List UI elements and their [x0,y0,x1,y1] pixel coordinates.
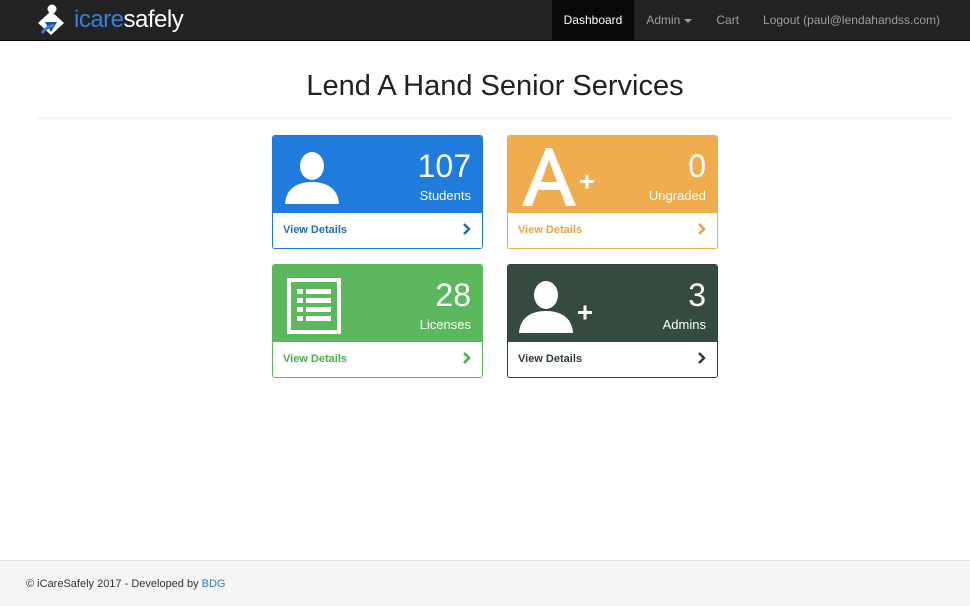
nav-cart[interactable]: Cart [704,0,751,41]
brand-logo[interactable]: icaresafely [32,4,184,36]
brand-name-suffix: safely [123,6,184,33]
list-icon [287,278,341,334]
footer-copyright: © iCareSafely 2017 - Developed by [26,578,202,590]
nav-logout[interactable]: Logout (paul@lendahandss.com) [751,0,952,41]
brand-name: icaresafely [74,6,184,34]
nav-dashboard[interactable]: Dashboard [551,0,635,41]
chevron-right-icon [698,223,706,235]
developer-link[interactable]: BDG [202,578,226,590]
nav-admin-label: Admin [646,13,681,27]
panel-heading: 107 Students [273,136,482,213]
page-title: Lend A Hand Senior Services [306,70,684,102]
admins-panel: 3 Admins View Details [507,264,718,378]
panel-label: Licenses [419,317,471,332]
nav-admin-dropdown[interactable]: Admin [634,0,704,41]
panel-count: 28 [435,277,471,313]
view-details-link[interactable]: View Details [273,342,482,377]
chevron-right-icon [463,352,471,364]
view-details-link[interactable]: View Details [508,213,717,248]
add-user-icon [519,281,592,333]
panel-label: Ungraded [648,188,706,203]
caret-down-icon [684,18,693,23]
top-navbar: icaresafely Dashboard Admin Cart Logout … [0,0,970,41]
view-details-label: View Details [283,224,347,236]
view-details-link[interactable]: View Details [273,213,482,248]
panel-count: 0 [688,148,706,184]
view-details-label: View Details [518,224,582,236]
main-nav: Dashboard Admin Cart Logout (paul@lendah… [551,0,952,41]
panel-label: Students [419,188,471,203]
user-icon [285,152,339,204]
view-details-label: View Details [518,353,582,365]
chevron-right-icon [463,223,471,235]
brand-name-prefix: icare [74,6,124,33]
figure-logo-icon [38,4,64,35]
view-details-link[interactable]: View Details [508,342,717,377]
ungraded-panel: 0 Ungraded View Details [507,135,718,249]
licenses-panel: 28 Licenses View Details [272,264,483,378]
students-panel: 107 Students View Details [272,135,483,249]
panel-label: Admins [662,317,706,332]
view-details-label: View Details [283,353,347,365]
grade-a-plus-icon [522,148,594,206]
panel-heading: 0 Ungraded [508,136,717,213]
title-divider [38,118,952,119]
panel-count: 107 [417,148,471,184]
footer-text: © iCareSafely 2017 - Developed by BDG [26,578,226,590]
chevron-right-icon [698,352,706,364]
page-footer: © iCareSafely 2017 - Developed by BDG [0,560,970,606]
panel-heading: 28 Licenses [273,265,482,342]
panel-count: 3 [688,277,706,313]
panel-heading: 3 Admins [508,265,717,342]
